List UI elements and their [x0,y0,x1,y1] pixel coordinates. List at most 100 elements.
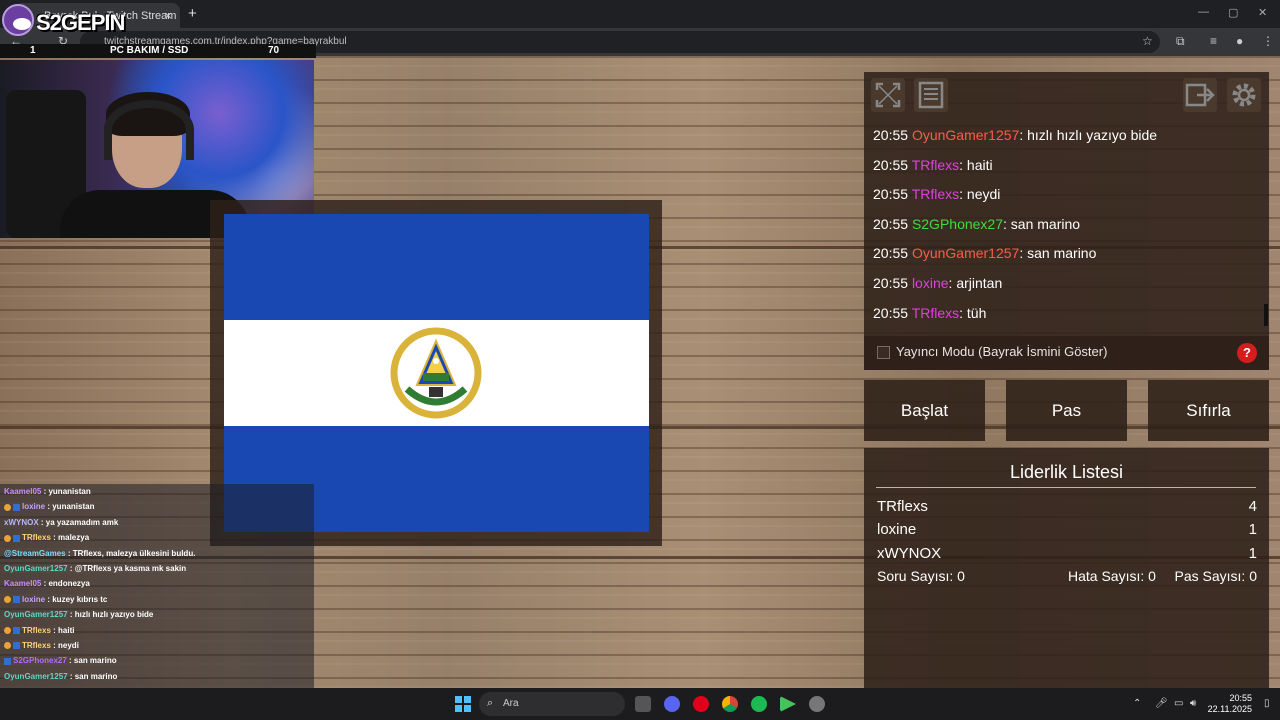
stats-row: Soru Sayısı: 0 Hata Sayısı: 0 Pas Sayısı… [877,568,1257,586]
chat-separator: : [66,656,74,666]
chat-text: @TRflexs ya kasma mk sakin [74,563,187,573]
minimize-icon[interactable]: — [1198,6,1209,18]
chat-separator: : [50,533,59,543]
headset-icon [104,100,194,160]
chat-message: 20:55 OyunGamer1257: hızlı hızlı yazıyo … [873,127,1158,143]
taskbar-search[interactable]: ⌕ Ara [479,692,625,716]
badge-icon [4,626,11,634]
message-user: TRflexs [911,186,960,203]
extensions-icon[interactable]: ⧉ [1176,34,1185,49]
network-icon[interactable]: ▭ [1174,698,1183,709]
play-app-icon[interactable] [780,696,796,712]
message-user: loxine [911,274,949,291]
chat-overlay-line: OyunGamer1257 : san marino [0,669,314,684]
leaderboard-row: xWYNOX 1 [877,545,1257,565]
chat-overlay-line: OyunGamer1257 : @TRflexs ya kasma mk sak… [0,561,314,576]
windows-taskbar: ⌕ Ara ⌃ 🎤︎ ▭ 🔊︎ 20:55 22.11.2025 ▯ [0,688,1280,720]
task-view-icon[interactable] [635,696,651,712]
message-time: 20:55 [873,274,909,291]
tab-close-icon[interactable]: × [164,8,172,23]
chat-username: OyunGamer1257 [4,671,68,681]
sub-badge-icon [4,657,11,665]
media-icon[interactable]: ≡ [1210,34,1217,48]
chat-separator: : [38,517,46,527]
maximize-icon[interactable]: ▢ [1228,6,1238,19]
chat-username: S2GPhonex27 [13,656,67,666]
sub-badge-icon [13,642,20,650]
exit-icon[interactable] [1183,78,1217,112]
chat-text: haiti [58,625,75,635]
menu-icon[interactable]: ⋮ [1262,34,1274,48]
spotify-icon[interactable] [751,696,767,712]
chat-scrollbar[interactable] [1264,304,1268,326]
chat-text: yunanistan [48,487,91,496]
leaderboard-name: xWYNOX [877,545,942,562]
browser-toolbar: ← ↻ twitchstreamgames.com.tr/index.php?g… [0,28,1280,56]
leaderboard-row: loxine 1 [877,521,1257,541]
windows-start-icon[interactable] [455,696,471,712]
taskbar-clock[interactable]: 20:55 22.11.2025 [1204,693,1252,715]
chat-username: loxine [22,502,46,512]
reset-button[interactable]: Sıfırla [1148,380,1269,441]
chat-message: 20:55 OyunGamer1257: san marino [873,245,1097,262]
notification-icon[interactable]: ▯ [1264,698,1270,709]
message-time: 20:55 [873,245,909,262]
microphone-icon[interactable]: 🎤︎ [1155,698,1168,709]
settings-gear-icon[interactable] [1227,78,1261,112]
browser-tab[interactable]: Bayrak Bul - Twitch Stream Games × [14,3,180,28]
chat-separator: : [67,563,75,573]
start-button[interactable]: Başlat [864,380,985,441]
chrome-icon[interactable] [722,696,738,712]
chat-overlay-line: OyunGamer1257 : hızlı hızlı yazıyo bide [0,607,314,622]
chat-message: 20:55 TRflexs: tüh [873,304,987,321]
message-text: haiti [966,156,993,173]
streamer-mode-checkbox[interactable] [877,346,890,359]
new-tab-icon[interactable]: + [188,5,197,22]
clock-time: 20:55 [1229,693,1252,703]
chat-separator: : [50,625,59,635]
chat-overlay-line: TRflexs : neydi [0,638,314,653]
profile-icon[interactable]: ● [1236,34,1243,48]
leaderboard-divider [876,487,1256,488]
search-placeholder: Ara [503,698,519,709]
badge-icon [4,534,11,542]
clock-date: 22.11.2025 [1207,704,1252,714]
sub-badge-icon [13,626,20,634]
pass-button[interactable]: Pas [1006,380,1127,441]
message-user: TRflexs [911,304,960,321]
chat-overlay-line: TRflexs : malezya [0,530,314,545]
chat-text: kuzey kıbrıs tc [52,594,108,604]
chat-separator: : [50,640,59,650]
volume-icon[interactable]: 🔊︎ [1190,698,1196,709]
chat-username: loxine [22,594,46,604]
help-icon[interactable]: ? [1237,343,1257,363]
chat-text: TRflexs, malezya ülkesini buldu. [72,548,196,558]
bookmark-star-icon[interactable]: ☆ [1142,34,1153,48]
leaderboard-score: 1 [1248,545,1257,562]
chat-separator: : [67,610,75,620]
reload-icon[interactable]: ↻ [58,34,68,48]
chat-overlay-line: xWYNOX : ya yazamadım amk [0,515,314,530]
fullscreen-icon[interactable] [871,78,905,112]
chat-overlay-line: loxine : kuzey kıbrıs tc [0,592,314,607]
back-icon[interactable]: ← [10,34,22,48]
chat-overlay-line: loxine : yunanistan [0,499,314,514]
browser-tabstrip: Bayrak Bul - Twitch Stream Games × + — ▢… [0,0,1280,28]
tray-chevron-icon[interactable]: ⌃ [1133,698,1141,709]
list-icon[interactable] [914,78,948,112]
leaderboard-name: loxine [877,521,917,538]
app-icon[interactable] [809,696,825,712]
message-text: arjintan [956,274,1003,291]
url-text: twitchstreamgames.com.tr/index.php?game=… [104,36,347,47]
message-user: OyunGamer1257 [911,245,1020,262]
leaderboard-name: TRflexs [877,498,928,515]
chat-username: OyunGamer1257 [4,610,68,620]
discord-icon[interactable] [664,696,680,712]
address-bar[interactable]: twitchstreamgames.com.tr/index.php?game=… [80,31,1160,53]
opera-icon[interactable] [693,696,709,712]
close-window-icon[interactable]: ✕ [1258,6,1267,19]
chat-message: 20:55 TRflexs: haiti [873,156,993,173]
coat-of-arms-icon [390,327,482,419]
chat-text: san marino [74,671,118,681]
message-time: 20:55 [873,127,909,143]
